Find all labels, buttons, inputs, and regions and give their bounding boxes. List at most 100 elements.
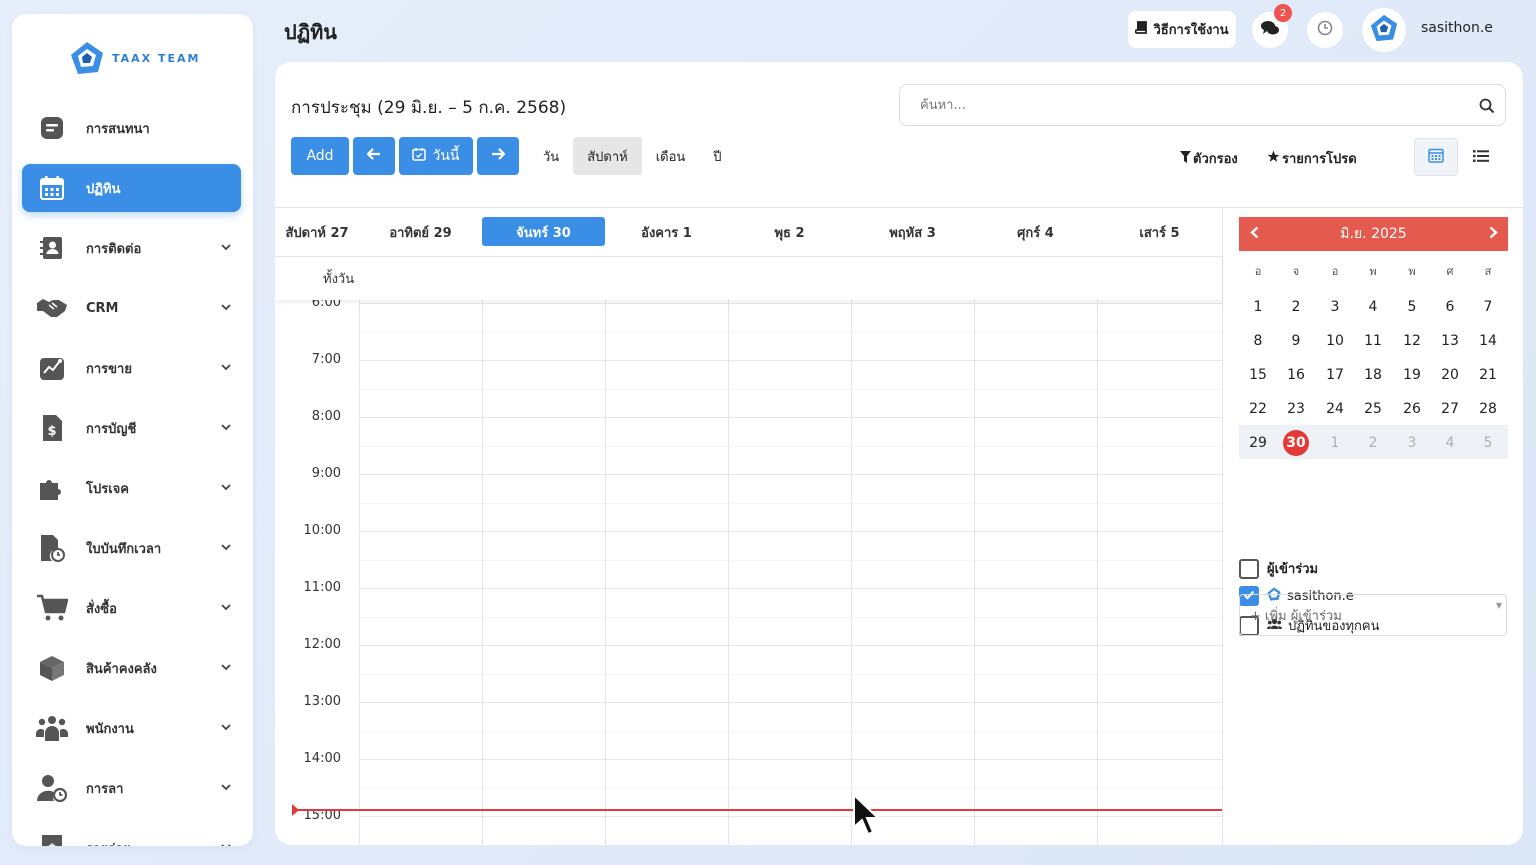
mini-day[interactable]: 19: [1393, 358, 1431, 392]
sidebar-item-6[interactable]: $ การบัญชี: [22, 404, 241, 452]
list-icon: [1473, 148, 1489, 167]
chevron-down-icon[interactable]: [219, 303, 233, 314]
user-clock-icon: [36, 772, 68, 804]
mini-day[interactable]: 29: [1239, 426, 1277, 460]
mini-day[interactable]: 2: [1354, 426, 1392, 460]
sidebar-item-4[interactable]: CRM: [22, 284, 241, 332]
sidebar-item-9[interactable]: สั่งซื้อ: [22, 584, 241, 632]
search-input[interactable]: [899, 84, 1506, 126]
chevron-down-icon[interactable]: [219, 543, 233, 554]
sidebar-item-7[interactable]: โปรเจค: [22, 464, 241, 512]
mini-day[interactable]: 1: [1239, 290, 1277, 324]
sidebar-item-2[interactable]: ปฏิทิน: [22, 164, 241, 212]
mini-day[interactable]: 1: [1316, 426, 1354, 460]
mini-day[interactable]: 26: [1393, 392, 1431, 426]
mini-day[interactable]: 25: [1354, 392, 1392, 426]
mini-day[interactable]: 8: [1239, 324, 1277, 358]
allday-row[interactable]: [275, 256, 1222, 300]
avatar[interactable]: [1362, 8, 1406, 52]
mini-next-button[interactable]: [1478, 217, 1508, 251]
chat-button[interactable]: 2: [1252, 4, 1292, 48]
mini-day[interactable]: 27: [1431, 392, 1469, 426]
day-header[interactable]: จันทร์ 30: [482, 208, 605, 256]
mini-day[interactable]: 17: [1316, 358, 1354, 392]
chevron-down-icon[interactable]: [219, 783, 233, 794]
view-tab-year[interactable]: ปี: [699, 137, 735, 175]
chevron-down-icon[interactable]: [219, 723, 233, 734]
sidebar-item-label: สั่งซื้อ: [86, 601, 117, 617]
sidebar-item-13[interactable]: $ รายจ่าย: [22, 824, 241, 846]
add-button[interactable]: Add: [291, 137, 349, 175]
day-header[interactable]: อาทิตย์ 29: [359, 208, 482, 256]
view-tab-week[interactable]: สัปดาห์: [573, 137, 642, 175]
mini-day[interactable]: 7: [1469, 290, 1507, 324]
activity-button[interactable]: [1307, 12, 1343, 48]
mini-day[interactable]: 11: [1354, 324, 1392, 358]
mini-day[interactable]: 3: [1316, 290, 1354, 324]
mini-day[interactable]: 15: [1239, 358, 1277, 392]
mini-day[interactable]: 2: [1277, 290, 1315, 324]
mini-day[interactable]: 18: [1354, 358, 1392, 392]
help-button[interactable]: วิธีการใช้งาน: [1128, 11, 1236, 48]
hour-line: [359, 474, 1222, 475]
sidebar-item-12[interactable]: การลา: [22, 764, 241, 812]
mini-today: 30: [1283, 430, 1309, 456]
mini-prev-button[interactable]: [1239, 217, 1269, 251]
chevron-down-icon[interactable]: [219, 603, 233, 614]
mini-day[interactable]: 30: [1277, 426, 1315, 460]
sidebar-item-5[interactable]: การขาย: [22, 344, 241, 392]
mini-day[interactable]: 4: [1354, 290, 1392, 324]
add-attendee-select[interactable]: + เพิ่ม ผู้เข้าร่วม ▼: [1239, 594, 1507, 636]
day-header[interactable]: พุธ 2: [728, 208, 851, 256]
mini-day[interactable]: 21: [1469, 358, 1507, 392]
day-header[interactable]: เสาร์ 5: [1097, 208, 1222, 256]
favorites-button[interactable]: รายการโปรด: [1267, 148, 1357, 169]
logo[interactable]: TAAX TEAM: [70, 40, 200, 76]
day-header[interactable]: ศุกร์ 4: [974, 208, 1097, 256]
chevron-down-icon[interactable]: [219, 363, 233, 374]
calendar-view-button[interactable]: [1414, 138, 1458, 176]
mini-day[interactable]: 5: [1393, 290, 1431, 324]
mini-day[interactable]: 14: [1469, 324, 1507, 358]
attendees-header[interactable]: ผู้เข้าร่วม: [1239, 558, 1318, 579]
prev-button[interactable]: [353, 137, 395, 175]
day-header[interactable]: อังคาร 1: [605, 208, 728, 256]
sidebar-item-1[interactable]: การสนทนา: [22, 104, 241, 152]
day-column-divider: [482, 256, 483, 845]
view-tab-month[interactable]: เดือน: [642, 137, 700, 175]
day-header[interactable]: พฤหัส 3: [851, 208, 974, 256]
mini-day[interactable]: 28: [1469, 392, 1507, 426]
list-view-button[interactable]: [1459, 138, 1503, 176]
mini-day[interactable]: 6: [1431, 290, 1469, 324]
mini-day[interactable]: 20: [1431, 358, 1469, 392]
mini-day[interactable]: 4: [1431, 426, 1469, 460]
chevron-down-icon[interactable]: [219, 663, 233, 674]
search-icon[interactable]: [1479, 98, 1495, 114]
next-button[interactable]: [477, 137, 519, 175]
filter-button[interactable]: ตัวกรอง: [1180, 148, 1238, 169]
sidebar-item-3[interactable]: การติดต่อ: [22, 224, 241, 272]
chevron-down-icon[interactable]: [219, 243, 233, 254]
mini-day[interactable]: 12: [1393, 324, 1431, 358]
mini-calendar-title: มิ.ย. 2025: [1239, 217, 1508, 251]
mini-day[interactable]: 23: [1277, 392, 1315, 426]
mini-day[interactable]: 13: [1431, 324, 1469, 358]
mini-day[interactable]: 10: [1316, 324, 1354, 358]
chevron-down-icon[interactable]: [219, 423, 233, 434]
mini-day[interactable]: 5: [1469, 426, 1507, 460]
sidebar-item-8[interactable]: ใบบันทึกเวลา: [22, 524, 241, 572]
mini-day[interactable]: 9: [1277, 324, 1315, 358]
mini-day[interactable]: 24: [1316, 392, 1354, 426]
sidebar-item-11[interactable]: พนักงาน: [22, 704, 241, 752]
attendees-all-checkbox[interactable]: [1239, 558, 1259, 579]
chevron-down-icon[interactable]: [219, 483, 233, 494]
week-grid: สัปดาห์ 27 ทั้งวัน อาทิตย์ 29 จันทร์ 30 อั…: [275, 207, 1222, 845]
mini-day[interactable]: 16: [1277, 358, 1315, 392]
mini-day[interactable]: 22: [1239, 392, 1277, 426]
view-tab-day[interactable]: วัน: [529, 137, 573, 175]
username[interactable]: sasithon.e: [1421, 20, 1493, 36]
today-button[interactable]: วันนี้: [399, 137, 473, 175]
sidebar-item-10[interactable]: สินค้าคงคลัง: [22, 644, 241, 692]
chevron-down-icon[interactable]: [219, 843, 233, 846]
mini-day[interactable]: 3: [1393, 426, 1431, 460]
